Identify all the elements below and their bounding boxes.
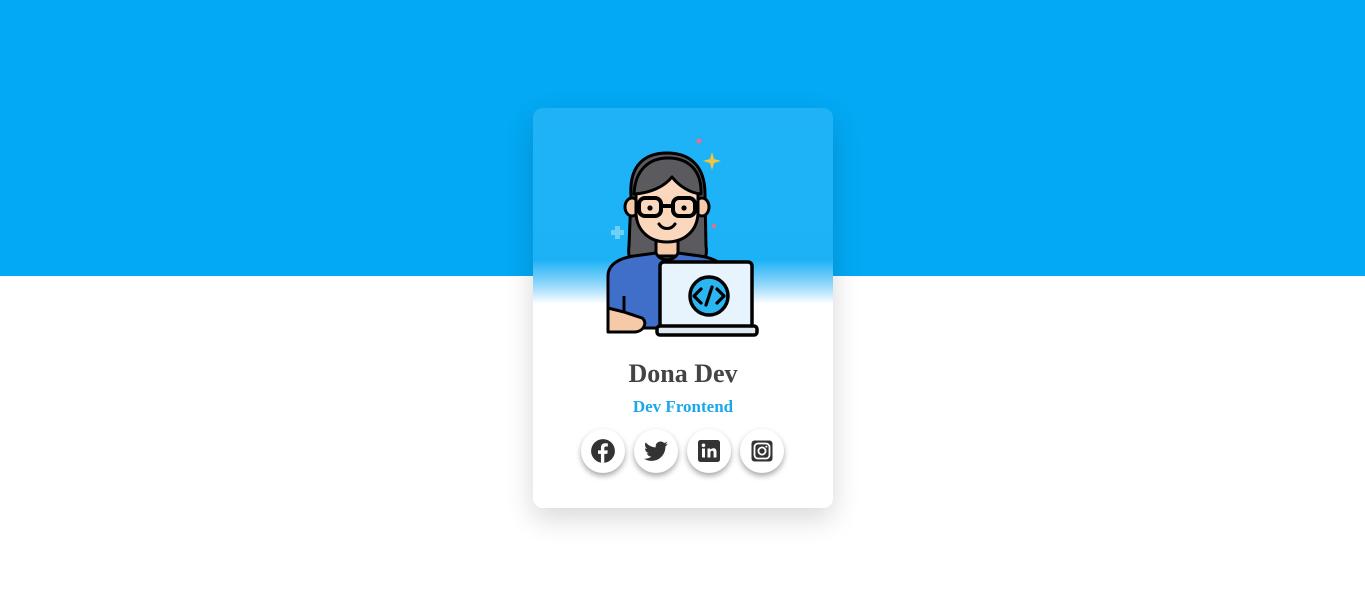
instagram-icon xyxy=(751,440,773,462)
social-links xyxy=(581,429,785,475)
instagram-button[interactable] xyxy=(740,429,784,473)
developer-avatar-illustration xyxy=(606,138,759,337)
linkedin-icon xyxy=(698,440,720,462)
facebook-icon xyxy=(591,439,615,463)
profile-card: Dona Dev Dev Frontend xyxy=(533,108,833,508)
twitter-button[interactable] xyxy=(634,429,678,473)
profile-role: Dev Frontend xyxy=(632,397,734,416)
facebook-button[interactable] xyxy=(581,429,625,473)
profile-page: Dona Dev Dev Frontend xyxy=(0,0,1365,615)
profile-name: Dona Dev xyxy=(628,359,738,388)
twitter-icon xyxy=(644,441,668,461)
linkedin-button[interactable] xyxy=(687,429,731,473)
